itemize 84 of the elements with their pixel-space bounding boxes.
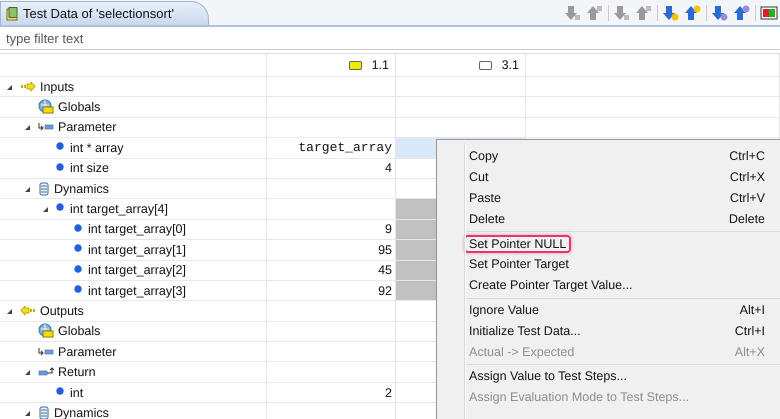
table-cell[interactable] (267, 342, 396, 362)
dot-icon (74, 284, 82, 293)
table-cell[interactable] (267, 77, 396, 98)
menu-item[interactable]: Set Pointer Target (467, 254, 780, 275)
menu-item[interactable]: Create Pointer Target Value... (467, 274, 780, 296)
shortcut-text: Delete (728, 212, 765, 226)
table-cell[interactable] (396, 77, 526, 98)
tree-item-label[interactable]: int target_array[1] (88, 242, 186, 257)
menu-item[interactable]: Set Pointer NULL (467, 233, 780, 254)
view-title: Test Data of 'selectionsort' (23, 6, 174, 21)
parameter-icon (38, 346, 54, 357)
menu-label: Paste (468, 190, 502, 207)
tree-item-label[interactable]: Parameter (58, 344, 116, 359)
dot-icon (56, 142, 64, 150)
tree-item-label[interactable]: int (70, 386, 84, 400)
document-icon (5, 6, 19, 20)
menu-label: Actual -> Expected (468, 344, 576, 361)
tree-item-label[interactable]: Globals (58, 324, 100, 338)
menu-label: Assign Value to Test Steps... (468, 368, 628, 386)
column-header[interactable]: 1.1 (372, 58, 389, 72)
menu-label: Copy (468, 148, 500, 166)
arrow-down-icon[interactable] (662, 5, 680, 21)
shortcut-text: Alt+I (740, 302, 765, 317)
table-cell[interactable]: 2 (267, 382, 396, 404)
menu-item[interactable]: Paste Ctrl+V (467, 188, 780, 208)
shortcut-text: Ctrl+C (729, 149, 765, 164)
view-tab[interactable]: Test Data of 'selectionsort' (0, 1, 209, 25)
table-cell[interactable] (267, 178, 396, 200)
tree-item-label[interactable]: int target_array[2] (88, 263, 186, 278)
arrow-down-icon[interactable] (711, 5, 729, 21)
menu-label: Cut (468, 169, 490, 186)
tree-item-label[interactable]: Parameter (58, 120, 116, 134)
menu-label: Ignore Value (468, 302, 540, 319)
tree-item-label[interactable]: Inputs (40, 80, 74, 94)
tree-item-label[interactable]: int * array (70, 140, 124, 155)
dot-icon (74, 244, 82, 252)
tree-item-label[interactable]: Globals (58, 100, 100, 114)
dot-icon (74, 224, 82, 232)
tree-item-label[interactable]: int size (70, 161, 109, 176)
shortcut-text: Alt+X (734, 344, 765, 359)
dot-icon (56, 203, 64, 212)
menu-label: Create Pointer Target Value... (468, 277, 634, 294)
menu-item[interactable]: Cut Ctrl+X (467, 166, 780, 188)
stack-icon (38, 182, 50, 196)
shortcut-text: Ctrl+V (730, 190, 765, 205)
dot-icon (74, 264, 82, 273)
menu-item[interactable]: Copy Ctrl+C (467, 146, 780, 167)
table-cell[interactable]: 4 (267, 158, 396, 179)
dot-icon (56, 162, 64, 171)
globe-icon (38, 99, 54, 116)
return-icon (38, 367, 54, 378)
tree-item-label[interactable]: int target_array[0] (88, 222, 186, 236)
table-cell[interactable] (267, 118, 396, 138)
menu-label: Initialize Test Data... (468, 322, 582, 340)
stack-icon (38, 406, 50, 419)
menu-item[interactable]: Ignore Value Alt+I (467, 300, 780, 320)
tree-item-label[interactable]: Return (58, 365, 96, 380)
menu-item[interactable]: Initialize Test Data... Ctrl+I (467, 320, 780, 342)
arrow-up-icon[interactable] (733, 5, 751, 21)
table-cell[interactable] (396, 97, 526, 118)
dot-icon (56, 386, 64, 395)
tree-item-label[interactable]: Outputs (40, 304, 84, 318)
menu-item[interactable]: Delete Delete (467, 208, 780, 230)
column-header[interactable]: 3.1 (502, 58, 519, 72)
table-cell[interactable] (267, 97, 396, 118)
compare-icon[interactable] (760, 5, 778, 21)
globe-icon (38, 323, 54, 340)
menu-label: Assign Evaluation Mode to Test Steps... (468, 389, 690, 406)
arrow-left-icon (20, 306, 36, 316)
menu-label: Set Pointer Target (468, 256, 570, 274)
menu-label: Delete (468, 210, 506, 228)
highlighted-menu-label: Set Pointer NULL (464, 234, 572, 253)
table-cell[interactable] (267, 301, 396, 322)
menu-item[interactable]: Assign Value to Test Steps... (467, 366, 780, 387)
arrow-up-icon[interactable] (684, 5, 702, 21)
tree-item-label[interactable]: int target_array[3] (88, 284, 186, 298)
arrow-right-icon (20, 82, 36, 92)
table-cell[interactable] (267, 322, 396, 342)
table-cell[interactable] (267, 362, 396, 383)
shortcut-text: Ctrl+X (730, 170, 765, 184)
tree-item-label[interactable]: Dynamics (54, 182, 109, 196)
tree-item-label[interactable]: int target_array[4] (70, 202, 168, 216)
shortcut-text: Ctrl+I (734, 324, 765, 338)
parameter-icon (38, 122, 54, 132)
